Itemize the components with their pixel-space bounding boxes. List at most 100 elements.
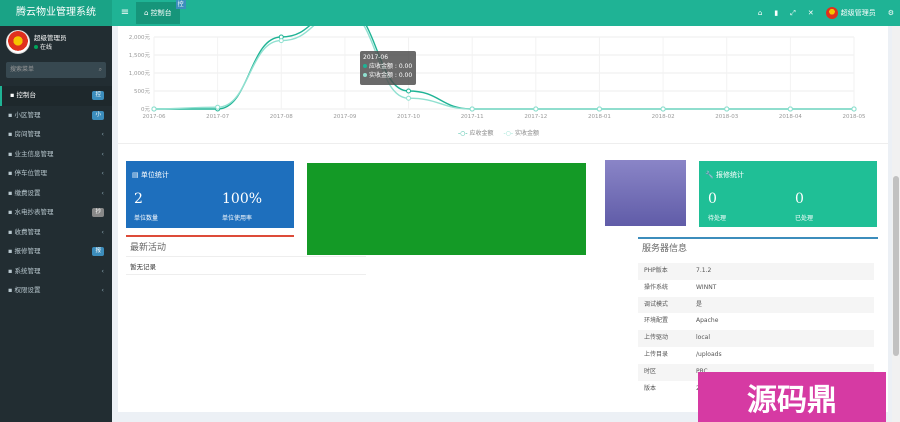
x-tick-label: 2017-12 — [524, 114, 547, 120]
sidebar-item[interactable]: ▪ 系统管理 ‹ — [0, 262, 112, 282]
sidebar-item[interactable]: ▪ 报修管理报 — [0, 242, 112, 262]
sidebar-menu: ▪ 控制台控 ▪ 小区管理小 ▪ 房间管理 ‹ ▪ 业主信息管理 ‹ ▪ 停车位管理 ‹ ▪ 缴… — [0, 86, 112, 301]
sidebar-item[interactable]: ▪ 水电抄表管理抄 — [0, 203, 112, 223]
sidebar-item[interactable]: ▪ 缴费设置 ‹ — [0, 184, 112, 204]
avatar — [6, 30, 30, 54]
row-key: 调试模式 — [644, 300, 669, 308]
table-row: 上传目录/uploads — [638, 347, 874, 364]
data-point[interactable] — [406, 88, 412, 94]
data-point[interactable] — [851, 106, 857, 112]
chevron-left-icon: ‹ — [101, 130, 104, 138]
row-key: PHP版本 — [644, 267, 668, 274]
sidebar-item[interactable]: ▪ 权限设置 ‹ — [0, 281, 112, 301]
tab-badge: 控 — [175, 0, 186, 9]
home-icon: ⌂ — [144, 9, 151, 17]
sidebar-item[interactable]: ▪ 停车位管理 ‹ — [0, 164, 112, 184]
x-tick-label: 2017-07 — [206, 114, 229, 120]
legend-item[interactable]: -○- 实收金额 — [504, 128, 540, 137]
divider — [638, 237, 878, 239]
user-menu[interactable]: 超级管理员 — [825, 7, 876, 19]
data-point[interactable] — [533, 106, 539, 112]
series-line — [154, 7, 854, 110]
table-row: PHP版本 7.1.2 — [638, 263, 874, 280]
close-icon[interactable]: ✕ — [808, 9, 814, 17]
table-row: 上传驱动 local — [638, 330, 874, 347]
data-point[interactable] — [660, 106, 666, 112]
data-point[interactable] — [787, 106, 793, 112]
chart-tooltip: 2017-06 应收金额 : 0.00 实收金额 : 0.00 — [360, 51, 416, 85]
search-input[interactable]: 搜索菜单 ⌕ — [6, 62, 106, 78]
table-row: 环境配置 Apache — [638, 313, 874, 330]
chevron-left-icon: ‹ — [101, 227, 104, 236]
row-key: 环境配置 — [644, 317, 669, 325]
row-key: 版本 — [644, 384, 657, 392]
sidebar-item[interactable]: ▪ 收费管理 ‹ — [0, 223, 112, 243]
x-tick-label: 2017-06 — [143, 114, 166, 120]
home-icon[interactable]: ⌂ — [758, 9, 762, 17]
user-panel: 超级管理员 在线 — [0, 26, 112, 58]
x-tick-label: 2018-05 — [843, 114, 866, 120]
data-point[interactable] — [215, 104, 221, 110]
chevron-left-icon: ‹ — [101, 266, 104, 275]
bars-icon[interactable]: ≡ — [116, 0, 134, 26]
y-tick-label: 0元 — [141, 106, 150, 113]
amount-chart: 0元 500元 1,000元 1,500元 2,000元 2017-06 2017-07 20… — [118, 7, 888, 144]
fullscreen-icon[interactable]: ⤢ — [790, 9, 796, 18]
line-chart: 0元 500元 1,000元 1,500元 2,000元 2017-06 2017-07 20… — [129, 7, 866, 120]
main-content: 0元 500元 1,000元 1,500元 2,000元 2017-06 2017-07 20… — [118, 7, 888, 412]
y-tick-label: 2,000元 — [129, 34, 151, 41]
menu-badge: 小 — [92, 110, 104, 120]
data-point[interactable] — [724, 106, 730, 112]
row-key: 上传驱动 — [644, 334, 669, 342]
data-point[interactable] — [469, 106, 475, 112]
search-icon[interactable]: ⌕ — [99, 62, 102, 78]
chevron-left-icon: ‹ — [101, 188, 104, 197]
data-point[interactable] — [596, 106, 602, 112]
chevron-left-icon: ‹ — [101, 149, 104, 158]
sidebar-item[interactable]: ▪ 小区管理小 — [0, 106, 112, 126]
wrench-icon: 🔧 — [705, 171, 716, 179]
top-navbar: 腾云物业管理系统 ≡ ⌂ 控制台 控 ⌂ ▮ ⤢ ✕ 超级管理员 ⚙ — [0, 0, 900, 26]
row-key: 操作系统 — [644, 283, 669, 291]
app-logo[interactable]: 腾云物业管理系统 — [0, 0, 112, 26]
server-title: 服务器信息 — [642, 244, 688, 254]
table-row: 调试模式 是 — [638, 296, 874, 314]
sidebar: 超级管理员 在线 搜索菜单 ⌕ ▪ 控制台控 ▪ 小区管理小 ▪ 房间管理 ‹ ▪ 业主… — [0, 26, 112, 422]
scrollbar[interactable] — [892, 26, 900, 422]
recent-empty: 暂无记录 — [130, 263, 156, 271]
data-point[interactable] — [406, 95, 412, 101]
chevron-left-icon: ‹ — [101, 169, 104, 177]
table-icon: ▤ — [132, 171, 141, 179]
menu-badge: 抄 — [92, 208, 104, 217]
sidebar-item[interactable]: ▪ 房间管理 ‹ — [0, 125, 112, 145]
data-point[interactable] — [278, 38, 284, 44]
x-tick-label: 2017-08 — [270, 114, 293, 120]
tab-dashboard[interactable]: ⌂ 控制台 控 — [136, 0, 186, 24]
repair-stats-card: 🔧 报修统计 0 待处理 0 已处理 — [699, 161, 877, 227]
row-value: local — [696, 334, 710, 342]
cogs-icon[interactable]: ⚙ — [888, 9, 894, 17]
chart-legend[interactable]: -○- 应收金额 -○- 实收金额 — [458, 128, 539, 137]
trash-icon[interactable]: ▮ — [774, 9, 778, 17]
watermark: 源码鼎 — [698, 372, 886, 422]
x-tick-label: 2018-03 — [715, 114, 738, 120]
y-tick-label: 500元 — [134, 88, 150, 95]
data-point[interactable] — [151, 106, 157, 112]
table-row: 操作系统 WINNT — [638, 280, 874, 297]
legend-item[interactable]: -○- 应收金额 — [458, 128, 494, 137]
stats-card-green — [307, 163, 586, 255]
row-key: 上传目录 — [644, 350, 669, 358]
divider — [126, 235, 294, 237]
chevron-left-icon: ‹ — [101, 286, 104, 294]
sidebar-item[interactable]: ▪ 业主信息管理 ‹ — [0, 145, 112, 165]
x-tick-label: 2018-02 — [652, 114, 675, 120]
x-tick-label: 2018-01 — [588, 114, 611, 120]
row-value: 是 — [696, 300, 703, 308]
sidebar-item[interactable]: ▪ 控制台控 — [0, 86, 112, 106]
avatar — [825, 7, 838, 19]
row-value: Apache — [696, 317, 719, 325]
row-key: 时区 — [644, 367, 657, 375]
unit-stats-card: ▤ 单位统计 2 单位数量 100% 单位使用率 — [126, 161, 294, 228]
y-tick-label: 1,500元 — [129, 52, 151, 59]
row-value: 7.1.2 — [696, 267, 712, 274]
